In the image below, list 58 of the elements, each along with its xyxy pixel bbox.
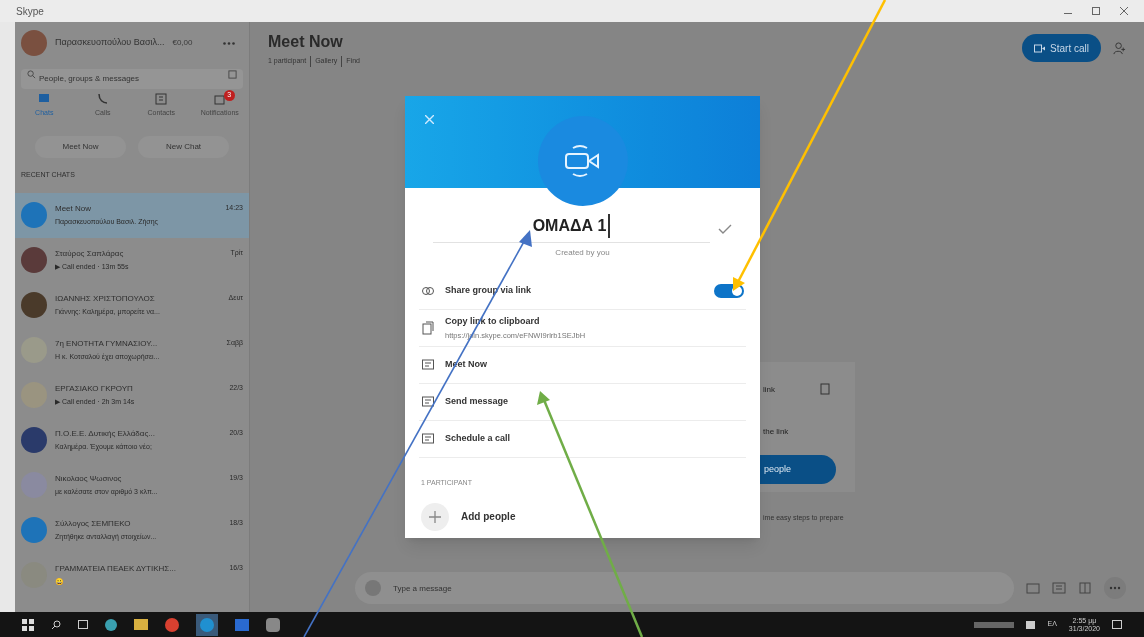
message-field[interactable]: Type a message bbox=[355, 572, 1014, 604]
search-icon[interactable] bbox=[51, 619, 61, 630]
video-camera-icon bbox=[1034, 43, 1047, 53]
avatar[interactable] bbox=[21, 30, 47, 56]
contact-card-icon[interactable] bbox=[1052, 582, 1066, 594]
chat-name: Meet Now bbox=[55, 202, 91, 215]
chat-name: ΓΡΑΜΜΑΤΕΙΑ ΠΕΑΕΚ ΔΥΤΙΚΗΣ... bbox=[55, 562, 176, 575]
menu-item[interactable]: Send message bbox=[445, 395, 509, 409]
chat-name: Σύλλογος ΣΕΜΠΕΚΟ bbox=[55, 517, 131, 530]
close-icon[interactable] bbox=[1120, 7, 1128, 15]
app-icon[interactable] bbox=[105, 618, 117, 631]
more-icon[interactable] bbox=[223, 41, 235, 45]
chat-name: Σταύρος Σαπλάρας bbox=[55, 247, 124, 260]
add-people-item[interactable]: Add people bbox=[405, 502, 760, 531]
maximize-icon[interactable] bbox=[1092, 7, 1100, 15]
copy-icon bbox=[421, 321, 435, 335]
notifications-icon[interactable] bbox=[1112, 620, 1122, 629]
item-icon bbox=[421, 395, 435, 409]
search-icon bbox=[27, 70, 36, 79]
chat-name: Π.Ο.Ε.Ε. Δυτικής Ελλάδας... bbox=[55, 427, 155, 440]
app-icon[interactable] bbox=[266, 617, 280, 632]
bell-icon bbox=[212, 92, 227, 106]
conversation-title: Meet Now bbox=[268, 32, 344, 52]
add-person-icon[interactable] bbox=[1113, 41, 1126, 55]
chat-name: ΕΡΓΑΣΙΑΚΟ ΓΚΡΟΥΠ bbox=[55, 382, 133, 395]
windows-logo-icon[interactable] bbox=[22, 618, 34, 631]
checkmark-icon[interactable] bbox=[718, 223, 732, 234]
dialpad-icon[interactable] bbox=[228, 70, 237, 79]
document-icon[interactable] bbox=[1078, 582, 1092, 594]
new-chat-button[interactable]: New Chat bbox=[138, 136, 229, 158]
credit-text: €0,00 bbox=[172, 37, 193, 49]
chat-name: ΙΩΑΝΝΗΣ ΧΡΙΣΤΟΠΟΥΛΟΣ bbox=[55, 292, 155, 305]
plus-icon bbox=[421, 502, 449, 531]
link-icon bbox=[421, 284, 435, 298]
task-view-icon[interactable] bbox=[78, 620, 88, 629]
subtitle-text: Created by you bbox=[554, 247, 611, 259]
phone-icon bbox=[95, 92, 110, 106]
app-icon[interactable] bbox=[196, 613, 218, 636]
card-text: link bbox=[763, 384, 775, 396]
item-icon bbox=[421, 358, 435, 372]
profile-name: Παρασκευοπούλου Βασιλ... bbox=[55, 36, 165, 50]
menu-item[interactable]: Schedule a call bbox=[445, 432, 511, 446]
start-call-button[interactable]: Start call bbox=[1022, 34, 1101, 62]
chat-name: 7η ΕΝΟΤΗΤΑ ΓΥΜΝΑΣΙΟΥ... bbox=[55, 337, 158, 350]
copy-icon[interactable] bbox=[820, 383, 830, 395]
item-icon bbox=[421, 432, 435, 446]
app-icon[interactable] bbox=[235, 618, 249, 631]
window-title: Skype bbox=[16, 4, 44, 19]
toggle-switch[interactable] bbox=[714, 284, 744, 298]
meet-now-button[interactable]: Meet Now bbox=[35, 136, 126, 158]
tray-icon[interactable] bbox=[974, 621, 1015, 628]
browser-icon[interactable] bbox=[165, 617, 179, 632]
chat-name: Νικολαος Ψωσινος bbox=[55, 472, 122, 485]
more-options-icon[interactable] bbox=[1104, 577, 1126, 599]
contacts-icon bbox=[154, 92, 169, 106]
image-icon[interactable] bbox=[1026, 582, 1040, 594]
card-text: the link bbox=[763, 426, 789, 438]
search-field[interactable]: People, groups & messages bbox=[21, 68, 243, 89]
